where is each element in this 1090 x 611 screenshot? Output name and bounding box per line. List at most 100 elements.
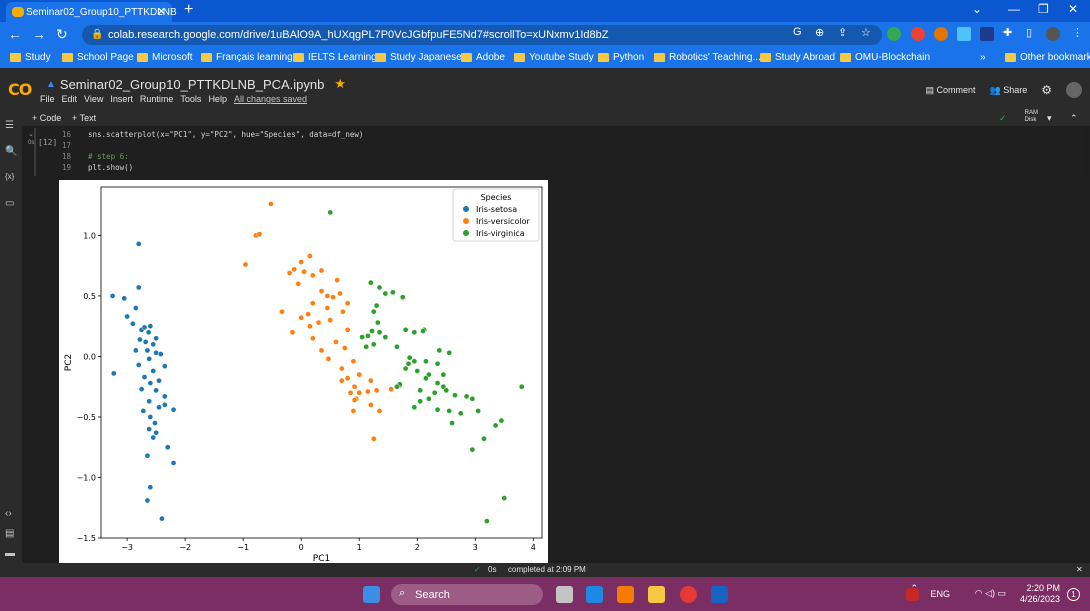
reload-icon[interactable]: ↻: [56, 26, 68, 43]
tab-title: Seminar02_Group10_PTTKDLNB: [26, 6, 177, 18]
menu-tools[interactable]: Tools: [180, 94, 201, 104]
variables-icon[interactable]: {x}: [5, 172, 14, 181]
bookmark-star-icon[interactable]: ☆: [861, 26, 871, 39]
side-panel-icon[interactable]: ▯: [1026, 26, 1032, 39]
scatter-point: [298, 259, 305, 265]
forward-icon[interactable]: →: [32, 26, 46, 42]
menu-runtime[interactable]: Runtime: [140, 94, 174, 104]
scatter-point: [457, 410, 464, 417]
bookmarks-overflow-button[interactable]: »: [980, 52, 986, 63]
code-snippets-icon[interactable]: ‹›: [5, 508, 12, 519]
search-icon[interactable]: 🔍: [5, 146, 17, 157]
axis-ticks: −3 −2 −1 0 1 2 3 4 −1.5 −1.0 −0.5 0.0 0.5 1.0: [77, 231, 536, 552]
browser-tab[interactable]: Seminar02_Group10_PTTKDLNB ✕: [6, 2, 177, 22]
notebook-title[interactable]: ▲ Seminar02_Group10_PTTKDLNB_PCA.ipynb ★: [46, 76, 346, 92]
y-tick-label: −0.5: [77, 413, 96, 422]
file-explorer-icon[interactable]: [648, 586, 665, 603]
extension-icon[interactable]: [887, 27, 901, 41]
files-folder-icon[interactable]: ▭: [5, 198, 14, 209]
chrome-icon[interactable]: [680, 586, 697, 603]
extension-icon[interactable]: [957, 27, 971, 41]
bookmark-folder[interactable]: Microsoft: [137, 52, 193, 63]
add-code-button[interactable]: + Code: [32, 113, 61, 123]
tab-search-icon[interactable]: ⌄: [972, 2, 982, 16]
scatter-point: [132, 305, 139, 311]
bookmark-folder[interactable]: Python: [598, 52, 644, 63]
execution-count: [12]: [38, 138, 58, 147]
toc-icon[interactable]: ☰: [5, 120, 14, 131]
bookmark-folder[interactable]: Study: [10, 52, 51, 63]
taskbar-search[interactable]: ⌕ Search: [391, 584, 543, 605]
scatter-point: [137, 336, 143, 343]
bookmark-folder[interactable]: Youtube Study: [514, 52, 594, 63]
taskbar-clock[interactable]: 2:20 PM 4/26/2023: [1020, 583, 1060, 605]
collapse-header-icon[interactable]: ⌃: [1070, 113, 1078, 124]
scatter-point: [469, 395, 476, 402]
back-icon[interactable]: ←: [8, 26, 22, 42]
maximize-icon[interactable]: ❐: [1038, 2, 1049, 16]
windows-start-icon[interactable]: [363, 586, 380, 603]
scatter-point: [414, 368, 421, 374]
chrome-menu-icon[interactable]: ⋮: [1072, 26, 1083, 39]
bookmark-folder[interactable]: IELTS Learning: [293, 52, 377, 63]
account-avatar[interactable]: [1066, 82, 1082, 98]
extension-icon[interactable]: [980, 27, 994, 41]
terminal-icon[interactable]: ▬: [5, 548, 15, 559]
code-cell[interactable]: ⌄ 0s [12] 16 sns.scatterplot(x="PC1", y="…: [28, 128, 1082, 176]
settings-gear-icon[interactable]: ⚙: [1041, 83, 1052, 97]
scatter-point: [309, 272, 316, 279]
menu-view[interactable]: View: [84, 94, 103, 104]
colab-logo[interactable]: CO: [8, 80, 32, 99]
wifi-sound-battery-icons[interactable]: ◠ ◁) ▭: [975, 588, 1006, 599]
menu-help[interactable]: Help: [208, 94, 227, 104]
scatter-point: [301, 268, 307, 275]
profile-avatar[interactable]: [1046, 27, 1060, 41]
share-page-icon[interactable]: ⇪: [838, 26, 847, 39]
notification-badge[interactable]: 1: [1067, 588, 1080, 601]
scatter-point: [144, 347, 151, 354]
language-indicator[interactable]: ENG: [930, 589, 950, 599]
command-palette-icon[interactable]: ▤: [5, 528, 14, 539]
app-l-icon[interactable]: [586, 586, 603, 603]
bookmark-folder[interactable]: Study Abroad: [760, 52, 835, 63]
minimize-icon[interactable]: —: [1008, 2, 1020, 16]
bookmark-folder[interactable]: Study Japanese: [375, 52, 462, 63]
task-view-icon[interactable]: [556, 586, 573, 603]
new-tab-button[interactable]: +: [184, 1, 193, 19]
x-tick-label: −3: [121, 543, 133, 552]
tray-app-icon[interactable]: [906, 588, 919, 601]
scatter-point: [307, 323, 313, 330]
legend-marker-virginica: [463, 230, 469, 236]
share-button[interactable]: 👥 Share: [989, 85, 1027, 96]
close-status-icon[interactable]: ✕: [1076, 565, 1083, 574]
collapse-cell-icon[interactable]: ⌄: [28, 130, 34, 138]
extension-icon[interactable]: [934, 27, 948, 41]
menu-file[interactable]: File: [40, 94, 55, 104]
save-status[interactable]: All changes saved: [234, 94, 307, 104]
star-icon[interactable]: ★: [334, 76, 346, 92]
google-icon[interactable]: G: [793, 26, 802, 38]
menu-insert[interactable]: Insert: [110, 94, 133, 104]
bookmark-folder[interactable]: Français learning: [201, 52, 293, 63]
scatter-point: [367, 377, 374, 384]
scatter-point: [434, 360, 441, 367]
word-icon[interactable]: [711, 586, 728, 603]
bookmark-folder[interactable]: Adobe: [461, 52, 505, 63]
bookmark-folder[interactable]: Robotics' Teaching...: [654, 52, 761, 63]
ram-disk-indicator[interactable]: RAM Disk: [1025, 110, 1038, 124]
close-tab-icon[interactable]: ✕: [157, 5, 166, 18]
menu-edit[interactable]: Edit: [62, 94, 78, 104]
runtime-dropdown-icon[interactable]: ▾: [1047, 113, 1052, 124]
bookmark-folder[interactable]: OMU-Blockchain: [840, 52, 930, 63]
bookmark-folder[interactable]: School Page: [62, 52, 134, 63]
comment-button[interactable]: ▤ Comment: [925, 85, 975, 96]
extensions-puzzle-icon[interactable]: ✚: [1003, 26, 1012, 39]
address-bar[interactable]: 🔒 colab.research.google.com/drive/1uBAlO…: [82, 25, 882, 45]
add-text-button[interactable]: + Text: [72, 113, 96, 123]
app-orange-icon[interactable]: [617, 586, 634, 603]
other-bookmarks[interactable]: Other bookmarks: [1005, 52, 1090, 63]
scatter-point: [434, 380, 441, 386]
zoom-icon[interactable]: ⊕: [815, 26, 824, 39]
close-window-icon[interactable]: ✕: [1068, 2, 1078, 16]
extension-icon[interactable]: [911, 27, 925, 41]
